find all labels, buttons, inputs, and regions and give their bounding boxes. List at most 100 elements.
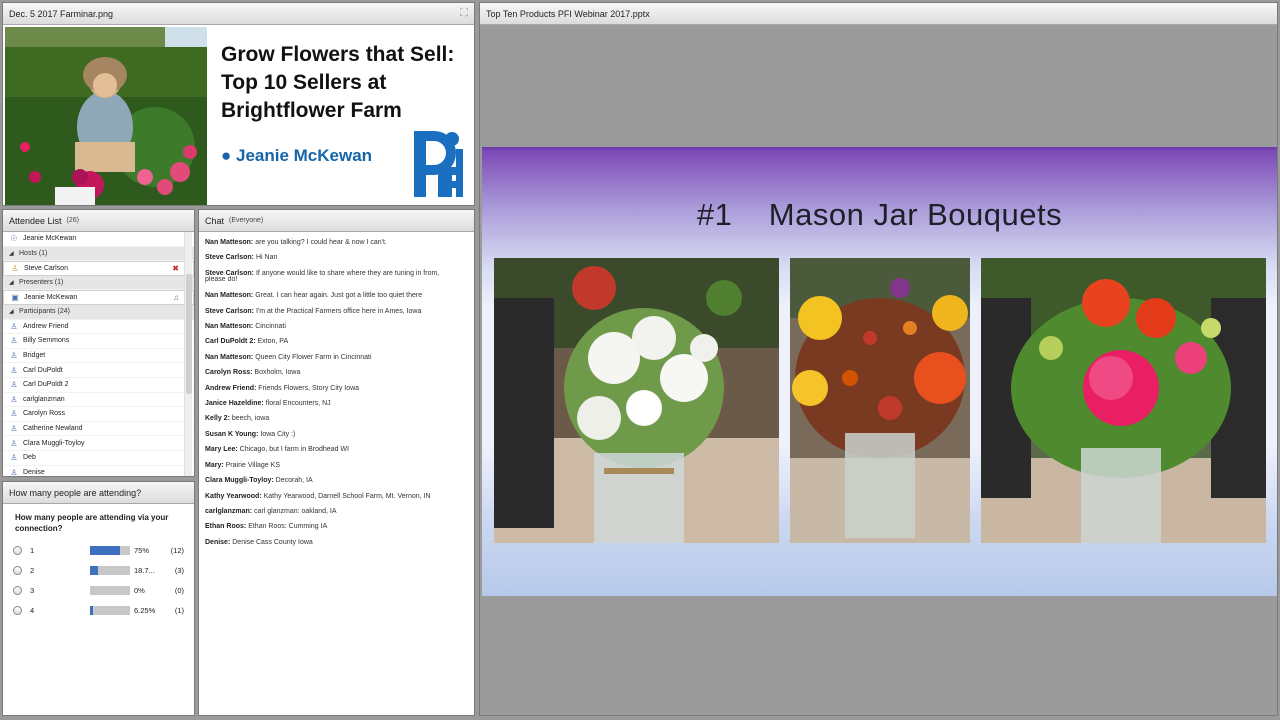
poll-result-bar xyxy=(90,585,130,595)
presenter-user-icon: ☉ xyxy=(10,234,18,244)
attendee-name: Deb xyxy=(23,454,36,462)
chat-text: Kathy Yearwood, Darnell School Farm, Mt.… xyxy=(263,492,431,500)
chat-message: Janice Hazeldine: floral Encounters, NJ xyxy=(205,396,468,411)
group-hosts-label: Hosts (1) xyxy=(19,249,48,257)
chat-text: Denise Cass County Iowa xyxy=(232,538,313,546)
participant-icon: ♙ xyxy=(10,321,18,331)
banner-heading: Grow Flowers that Sell: Top 10 Sellers a… xyxy=(221,41,474,125)
attendee-name: Carl DuPoldt xyxy=(23,366,63,374)
chat-sender: Nan Matteson: xyxy=(205,239,254,246)
attendee-name: Catherine Newland xyxy=(23,425,83,433)
chat-text: Queen City Flower Farm in Cincinnati xyxy=(255,353,372,361)
attendee-list-title: Attendee List xyxy=(9,215,62,226)
attendee-name: Billy Semmons xyxy=(23,337,70,345)
chat-message: Steve Carlson: Hi Nan xyxy=(205,250,468,265)
list-item[interactable]: ♙ Clara Muggli-Toyloy xyxy=(3,436,194,451)
poll-option-label: 1 xyxy=(30,545,35,555)
chat-message: carlglanzman: carl glanzman: oakland, IA xyxy=(205,504,468,519)
chat-text: please do! xyxy=(205,276,238,284)
poll-radio[interactable] xyxy=(13,545,22,555)
chat-text: I'm at the Practical Farmers office here… xyxy=(255,307,422,315)
list-item[interactable]: ♙ Bridget xyxy=(3,349,194,364)
chat-message: Nan Matteson: Great. I can hear again. J… xyxy=(205,288,468,303)
group-presenters-label: Presenters (1) xyxy=(19,279,64,287)
participant-icon: ♙ xyxy=(10,351,18,361)
poll-header: How many people are attending? xyxy=(3,482,194,504)
current-user-row[interactable]: ☉ Jeanie McKewan xyxy=(3,232,194,247)
list-item-host[interactable]: ♙ Steve Carlson ✖ xyxy=(3,261,194,276)
poll-option[interactable]: 1 75% (12) xyxy=(3,540,194,560)
collapse-triangle-icon[interactable]: ◢ xyxy=(9,308,19,315)
chat-sender: Kelly 2: xyxy=(205,415,230,423)
mic-icon: ♫ xyxy=(173,293,179,303)
list-item-presenter[interactable]: ▣ Jeanie McKewan ♫ xyxy=(3,290,194,305)
chat-text: Hi Nan xyxy=(255,254,278,262)
list-item[interactable]: ♙ Carolyn Ross xyxy=(3,407,194,422)
chat-text: Chicago, but I farm in Brodhead WI xyxy=(239,446,349,454)
chat-message: Andrew Friend: Friends Flowers, Story Ci… xyxy=(205,381,468,396)
chat-messages: Nan Matteson: are you talking? I could h… xyxy=(199,232,474,715)
chat-message: Susan K Young: Iowa City :) xyxy=(205,427,468,442)
list-item[interactable]: ♙ Billy Semmons xyxy=(3,334,194,349)
banner-share-pod: Dec. 5 2017 Farminar.png ⛶ Grow Flowers … xyxy=(2,2,475,206)
chat-sender: Carolyn Ross: xyxy=(205,369,253,377)
chat-text: Decorah, IA xyxy=(275,477,313,485)
poll-result-fill xyxy=(90,545,120,555)
chat-sender: Ethan Roos: xyxy=(205,523,247,531)
group-participants[interactable]: ◢ Participants (24) xyxy=(3,304,194,320)
chat-sender: Steve Carlson: xyxy=(205,307,255,315)
attendee-list-header: Attendee List (26) xyxy=(3,210,194,232)
fullscreen-icon[interactable]: ⛶ xyxy=(460,7,468,20)
presentation-share-pod: Top Ten Products PFI Webinar 2017.pptx #… xyxy=(479,2,1278,716)
collapse-triangle-icon[interactable]: ◢ xyxy=(9,250,19,257)
poll-option[interactable]: 4 6.25% (1) xyxy=(3,600,194,620)
participant-icon: ♙ xyxy=(10,394,18,404)
attendee-name: carlglanzman xyxy=(23,395,65,403)
group-presenters[interactable]: ◢ Presenters (1) xyxy=(3,275,194,291)
chat-message: Nan Matteson: Queen City Flower Farm in … xyxy=(205,350,468,365)
poll-option-label: 2 xyxy=(30,565,35,575)
chat-sender: Clara Muggli-Toyloy: xyxy=(205,477,274,485)
participant-icon: ♙ xyxy=(10,409,18,419)
chat-message: Kathy Yearwood: Kathy Yearwood, Darnell … xyxy=(205,489,468,504)
chat-text: are you talking? I could hear & now I ca… xyxy=(255,239,387,246)
list-item[interactable]: ♙ Andrew Friend xyxy=(3,320,194,335)
poll-radio[interactable] xyxy=(13,605,22,615)
banner-pod-header: Dec. 5 2017 Farminar.png ⛶ xyxy=(3,3,474,25)
chat-text: Exton, PA xyxy=(257,338,289,346)
chat-sender: Mary Lee: xyxy=(205,446,238,454)
poll-option[interactable]: 2 18.7... (3) xyxy=(3,560,194,580)
chat-sender: Nan Matteson: xyxy=(205,292,254,300)
poll-count: (0) xyxy=(174,585,184,595)
poll-percent: 0% xyxy=(134,585,145,595)
poll-option[interactable]: 3 0% (0) xyxy=(3,580,194,600)
chat-message: Steve Carlson: If anyone would like to s… xyxy=(205,266,468,281)
poll-radio[interactable] xyxy=(13,565,22,575)
scrollbar-thumb[interactable] xyxy=(186,274,192,394)
slide: #1 Mason Jar Bouquets xyxy=(482,147,1277,596)
attendee-name: Bridget xyxy=(23,352,46,360)
chat-title: Chat xyxy=(205,215,225,226)
list-item[interactable]: ♙ Catherine Newland xyxy=(3,422,194,437)
participant-icon: ♙ xyxy=(10,453,18,463)
list-item[interactable]: ♙ Carl DuPoldt xyxy=(3,363,194,378)
presentation-pod-title: Top Ten Products PFI Webinar 2017.pptx xyxy=(486,8,650,19)
list-item[interactable]: ♙ carlglanzman xyxy=(3,393,194,408)
poll-radio[interactable] xyxy=(13,585,22,595)
chat-scope: (Everyone) xyxy=(229,217,264,224)
list-item[interactable]: ♙ Deb xyxy=(3,451,194,466)
poll-count: (1) xyxy=(174,605,184,615)
farmer-photo xyxy=(5,27,207,205)
attendee-scrollbar[interactable] xyxy=(184,232,192,476)
group-hosts[interactable]: ◢ Hosts (1) xyxy=(3,246,194,262)
list-item[interactable]: ♙ Denise xyxy=(3,466,194,476)
poll-title: How many people are attending? xyxy=(9,487,142,498)
list-item[interactable]: ♙ Carl DuPoldt 2 xyxy=(3,378,194,393)
chat-text: Prairie Village KS xyxy=(225,461,280,469)
chat-text: Iowa City :) xyxy=(260,430,296,438)
heading-line-3: Brightflower Farm xyxy=(221,99,402,122)
slide-title: #1 Mason Jar Bouquets xyxy=(696,197,1063,232)
chat-pod: Chat (Everyone) Nan Matteson: are you ta… xyxy=(198,209,475,716)
chat-sender: Nan Matteson: xyxy=(205,323,254,331)
collapse-triangle-icon[interactable]: ◢ xyxy=(9,279,19,286)
